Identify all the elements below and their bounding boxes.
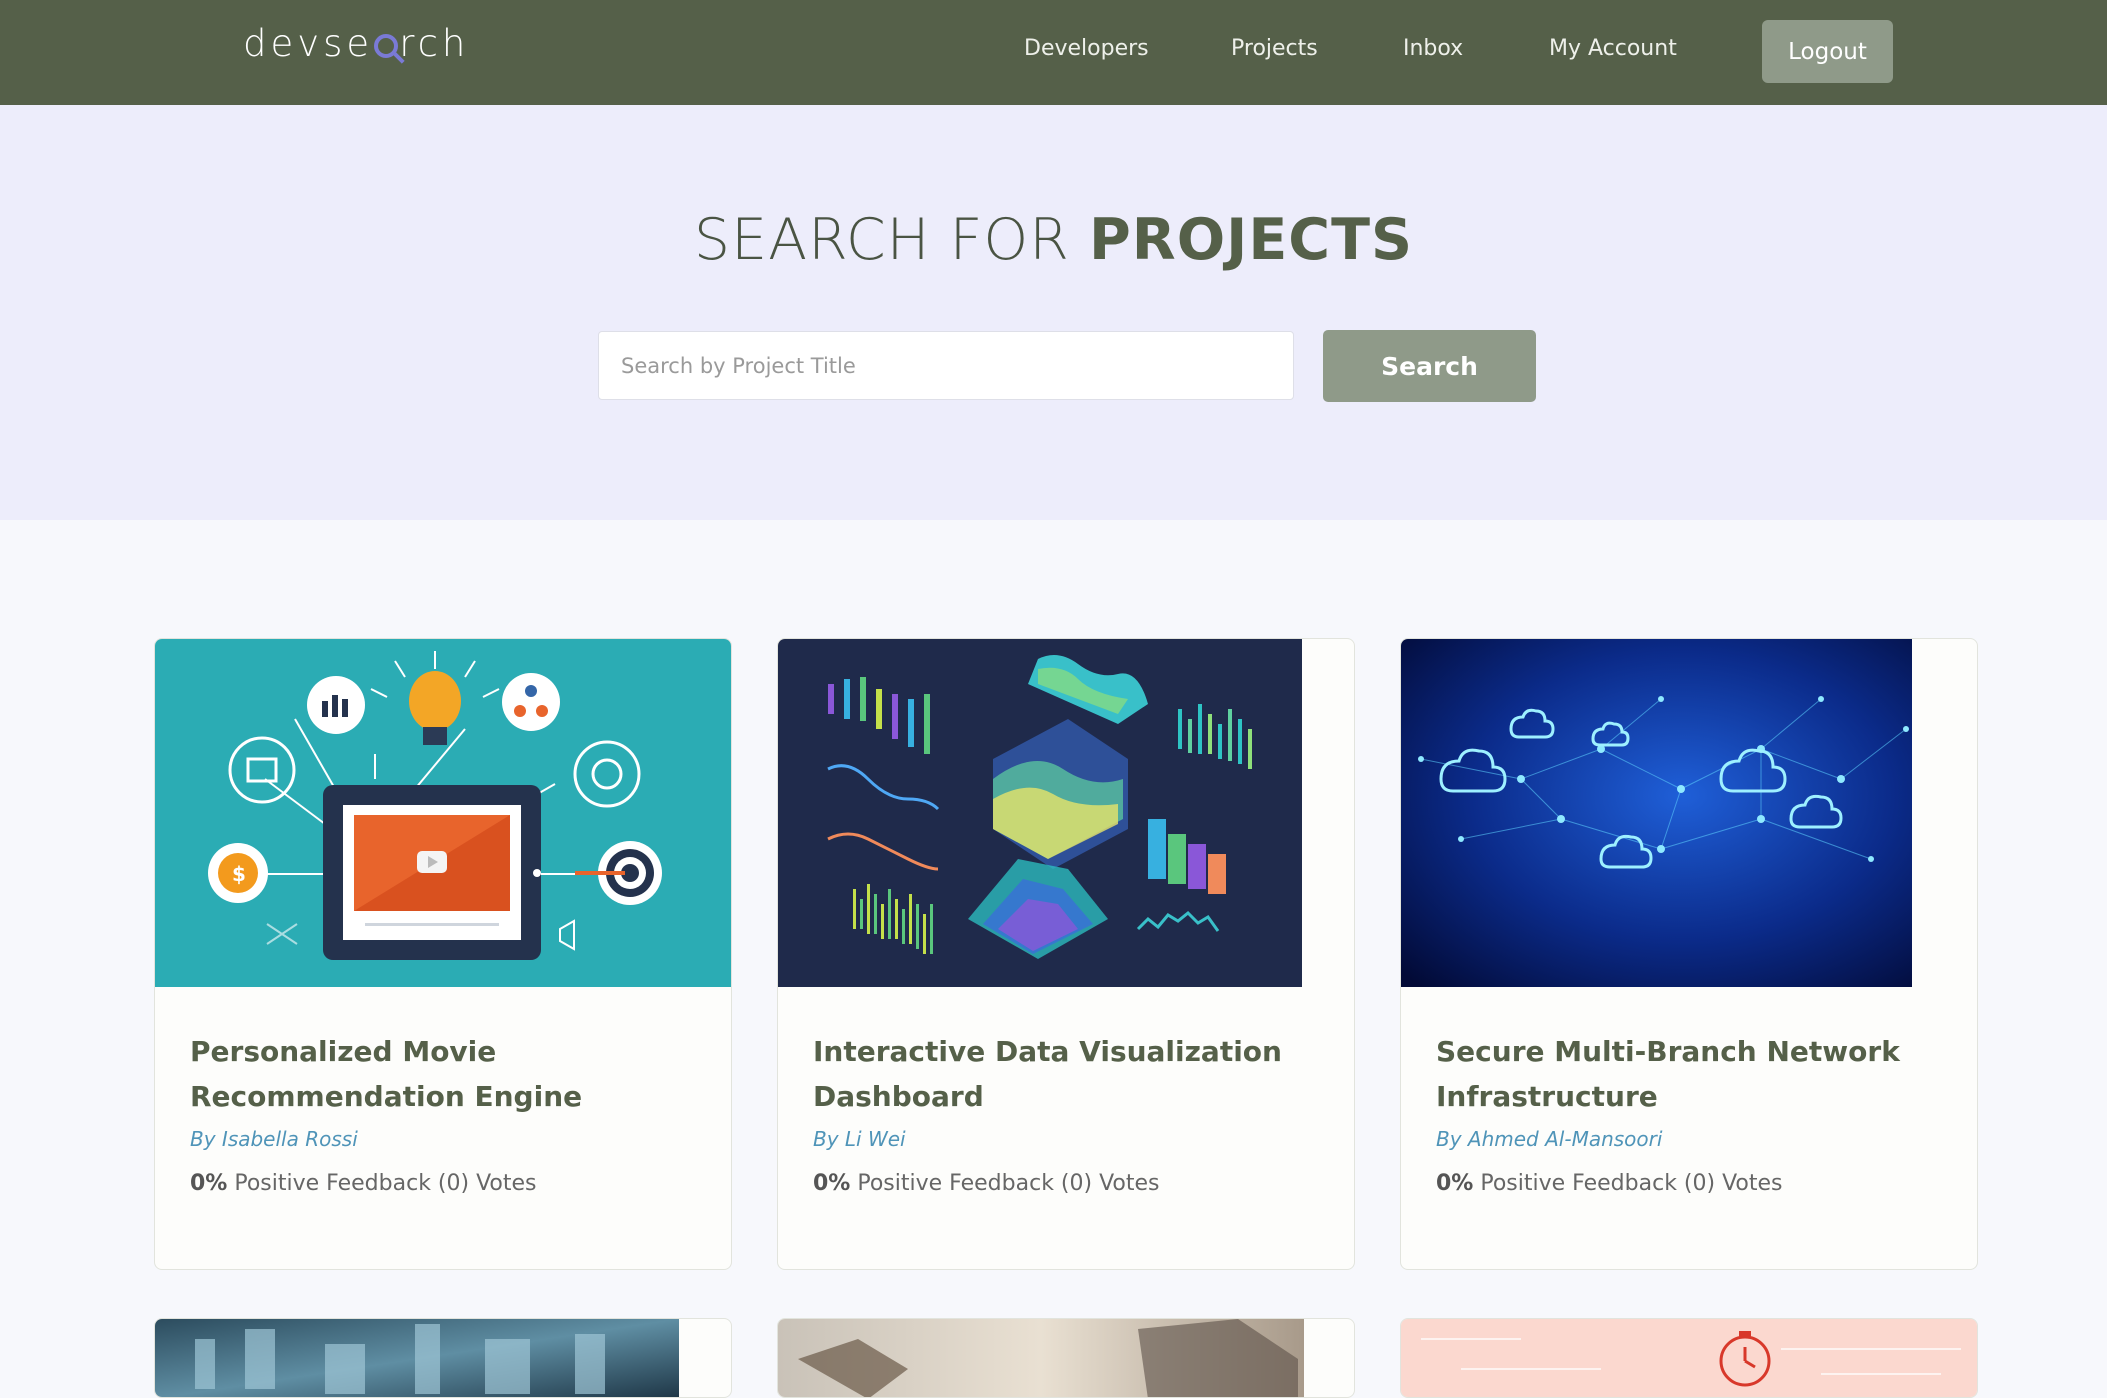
project-author[interactable]: By Ahmed Al-Mansoori — [1436, 1127, 1662, 1151]
logout-button[interactable]: Logout — [1762, 20, 1893, 83]
search-input[interactable] — [598, 331, 1294, 400]
project-card[interactable] — [777, 1318, 1355, 1398]
project-author[interactable]: By Li Wei — [813, 1127, 906, 1151]
search-button[interactable]: Search — [1323, 330, 1536, 402]
project-thumbnail-timer[interactable] — [1401, 1319, 1977, 1397]
project-thumbnail-circuit[interactable] — [155, 1319, 679, 1397]
logo-text-start: devse — [243, 22, 374, 65]
logo-text-end: rch — [399, 22, 470, 65]
project-thumbnail-workshop[interactable] — [778, 1319, 1304, 1397]
feedback-percentage: 0% — [1436, 1171, 1474, 1196]
top-navbar: devse rch Developers Projects Inbox My Ac… — [0, 0, 2107, 105]
project-title[interactable]: Secure Multi-Branch Network Infrastructu… — [1436, 1029, 1946, 1119]
project-thumbnail-marketing[interactable]: $ — [155, 639, 731, 987]
project-feedback: 0% Positive Feedback (0) Votes — [813, 1171, 1160, 1196]
nav-my-account[interactable]: My Account — [1549, 36, 1677, 61]
feedback-percentage: 0% — [813, 1171, 851, 1196]
project-author[interactable]: By Isabella Rossi — [190, 1127, 358, 1151]
project-feedback: 0% Positive Feedback (0) Votes — [190, 1171, 537, 1196]
project-thumbnail-network[interactable] — [1401, 639, 1912, 987]
project-card[interactable] — [1400, 1318, 1978, 1398]
nav-inbox[interactable]: Inbox — [1403, 36, 1463, 61]
project-card[interactable]: $ Personalized Movie Recommendation Engi… — [154, 638, 732, 1270]
nav-projects[interactable]: Projects — [1231, 36, 1318, 61]
project-title[interactable]: Interactive Data Visualization Dashboard — [813, 1029, 1323, 1119]
project-thumbnail-data-visualization[interactable] — [778, 639, 1302, 987]
project-card[interactable]: Secure Multi-Branch Network Infrastructu… — [1400, 638, 1978, 1270]
magnifier-icon — [374, 34, 399, 58]
page-title: SEARCH FOR PROJECTS — [0, 207, 2107, 273]
feedback-text: Positive Feedback (0) Votes — [234, 1171, 537, 1196]
devsearch-logo[interactable]: devse rch — [243, 22, 469, 65]
feedback-text: Positive Feedback (0) Votes — [857, 1171, 1160, 1196]
page-title-prefix: SEARCH FOR — [693, 207, 1090, 273]
svg-text:$: $ — [232, 862, 246, 886]
feedback-percentage: 0% — [190, 1171, 228, 1196]
project-title[interactable]: Personalized Movie Recommendation Engine — [190, 1029, 700, 1119]
project-card[interactable] — [154, 1318, 732, 1398]
search-hero: SEARCH FOR PROJECTS Search — [0, 105, 2107, 520]
project-card[interactable]: Interactive Data Visualization Dashboard… — [777, 638, 1355, 1270]
feedback-text: Positive Feedback (0) Votes — [1480, 1171, 1783, 1196]
nav-developers[interactable]: Developers — [1024, 36, 1149, 61]
page-title-strong: PROJECTS — [1089, 207, 1414, 273]
project-feedback: 0% Positive Feedback (0) Votes — [1436, 1171, 1783, 1196]
